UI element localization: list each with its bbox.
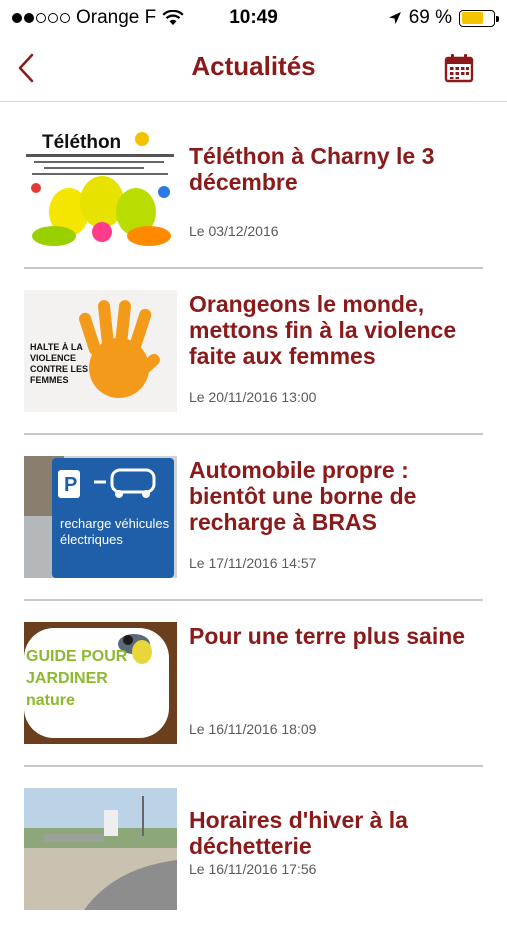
location-arrow-icon [388, 12, 401, 24]
thumb-text: HALTE À LA VIOLENCE CONTRE LES FEMMES [30, 342, 89, 385]
news-list: Téléthon Téléthon à Charny le 3 décembre… [0, 103, 507, 933]
status-left: Orange F [12, 7, 184, 29]
carrier-label: Orange F [76, 7, 157, 28]
calendar-icon [444, 54, 474, 83]
news-date: Le 16/11/2016 18:09 [189, 721, 317, 737]
telethon-image: Téléthon [24, 124, 177, 246]
thumb-text: GUIDE POUR JARDINER nature [26, 648, 128, 709]
news-thumbnail: Téléthon [24, 124, 177, 246]
news-date: Le 16/11/2016 17:56 [189, 861, 317, 877]
page-title: Actualités [191, 51, 316, 81]
news-title: Automobile propre : bientôt une borne de… [189, 457, 417, 535]
svg-text:P: P [64, 474, 77, 496]
news-title: Horaires d'hiver à la déchetterie [189, 807, 408, 859]
news-date: Le 20/11/2016 13:00 [189, 389, 317, 405]
news-item[interactable]: HALTE À LA VIOLENCE CONTRE LES FEMMES Or… [0, 269, 507, 435]
clock: 10:49 [229, 7, 278, 28]
battery-level [461, 12, 483, 24]
news-title: Orangeons le monde, mettons fin à la vio… [189, 291, 457, 369]
status-right: 69 % [388, 7, 499, 29]
calendar-button[interactable] [443, 52, 475, 84]
charging-station-image: P recharge véhicules électriques [24, 456, 177, 578]
signal-strength-icon [12, 13, 70, 23]
thumb-text: recharge véhicules électriques [60, 516, 170, 547]
thumb-text: Téléthon [42, 132, 121, 153]
gardening-guide-image: GUIDE POUR JARDINER nature [24, 622, 177, 744]
news-thumbnail: GUIDE POUR JARDINER nature [24, 622, 177, 744]
news-date: Le 03/12/2016 [189, 223, 279, 239]
waste-center-image [24, 788, 177, 910]
navigation-bar: Actualités [0, 36, 507, 102]
news-title: Pour une terre plus saine [189, 623, 466, 649]
news-item[interactable]: Téléthon Téléthon à Charny le 3 décembre… [0, 103, 507, 269]
news-date: Le 17/11/2016 14:57 [189, 555, 317, 571]
status-bar: Orange F 10:49 69 % [0, 0, 507, 36]
battery-percent: 69 % [408, 7, 452, 28]
news-thumbnail [24, 788, 177, 910]
battery-icon [459, 9, 499, 27]
hand-image: HALTE À LA VIOLENCE CONTRE LES FEMMES [24, 290, 177, 412]
news-item[interactable]: Horaires d'hiver à la déchetterie Le 16/… [0, 767, 507, 933]
news-thumbnail: P recharge véhicules électriques [24, 456, 177, 578]
news-thumbnail: HALTE À LA VIOLENCE CONTRE LES FEMMES [24, 290, 177, 412]
wifi-icon [162, 10, 184, 25]
news-item[interactable]: P recharge véhicules électriques Automob… [0, 435, 507, 601]
news-title: Téléthon à Charny le 3 décembre [189, 143, 435, 195]
news-item[interactable]: GUIDE POUR JARDINER nature Pour une terr… [0, 601, 507, 767]
